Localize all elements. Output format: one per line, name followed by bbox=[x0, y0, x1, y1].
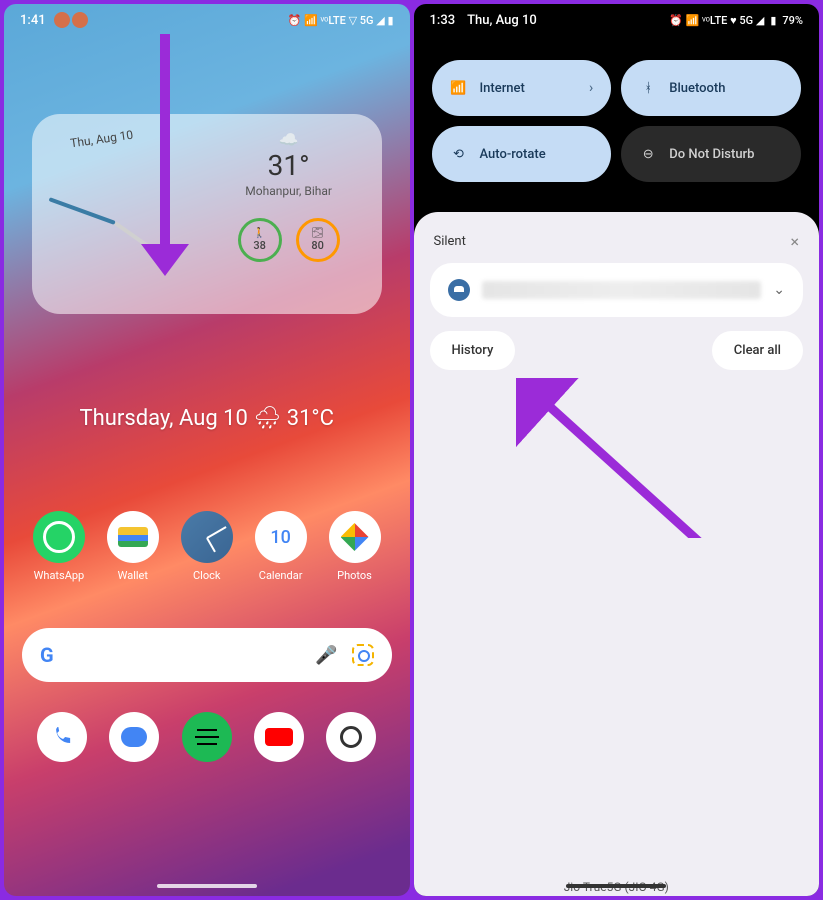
air-ring[interactable]: 🌫 80 bbox=[296, 218, 340, 262]
walk-icon: 🚶 bbox=[253, 228, 265, 239]
dock-phone[interactable] bbox=[37, 712, 87, 762]
cloud-app-icon bbox=[448, 279, 470, 301]
widget-date: Thu, Aug 10 bbox=[69, 128, 134, 151]
app-wallet[interactable]: Wallet bbox=[107, 511, 159, 582]
notification-icons bbox=[54, 12, 88, 28]
status-time: 1:33 bbox=[430, 13, 456, 28]
status-bar: 1:41 ⏰ 📶 ᵛᵒLTE ▽ 5G ◢ ▮ bbox=[4, 4, 410, 36]
close-icon[interactable]: × bbox=[790, 232, 799, 251]
calendar-icon bbox=[255, 511, 307, 563]
app-calendar[interactable]: Calendar bbox=[255, 511, 307, 582]
tile-dnd[interactable]: ⊖ Do Not Disturb bbox=[621, 126, 801, 182]
app-photos[interactable]: Photos bbox=[329, 511, 381, 582]
steps-ring[interactable]: 🚶 38 bbox=[238, 218, 282, 262]
dock-spotify[interactable] bbox=[182, 712, 232, 762]
search-bar[interactable]: G 🎤 bbox=[22, 628, 392, 682]
tile-internet[interactable]: 📶 Internet › bbox=[432, 60, 612, 116]
dock-youtube[interactable] bbox=[254, 712, 304, 762]
clock-icon bbox=[181, 511, 233, 563]
google-logo-icon: G bbox=[40, 643, 64, 667]
clear-all-button[interactable]: Clear all bbox=[712, 331, 803, 370]
notification-shade: 1:33 Thu, Aug 10 ⏰ 📶 ᵛᵒLTE ♥ 5G ◢ ▮ 79% … bbox=[414, 4, 820, 896]
rotate-icon: ⟲ bbox=[450, 145, 468, 163]
clock-weather-widget[interactable]: Thu, Aug 10 ☁️ 31° Mohanpur, Bihar 🚶 38 … bbox=[32, 114, 382, 314]
chevron-down-icon[interactable]: ⌄ bbox=[773, 282, 785, 298]
dock bbox=[4, 712, 410, 762]
weather-summary: ☁️ 31° Mohanpur, Bihar bbox=[245, 130, 332, 198]
notification-panel: Silent × ⌄ History Clear all Jio True5G … bbox=[414, 212, 820, 896]
wind-icon: 🌫 bbox=[311, 228, 324, 239]
status-icons: ⏰ 📶 ᵛᵒLTE ▽ 5G ◢ ▮ bbox=[288, 14, 394, 27]
dnd-icon: ⊖ bbox=[639, 145, 657, 163]
lens-icon[interactable] bbox=[352, 644, 374, 666]
tile-bluetooth[interactable]: ᚼ Bluetooth bbox=[621, 60, 801, 116]
notification-content-blurred bbox=[482, 281, 762, 299]
cloud-icon: ☁️ bbox=[245, 130, 332, 149]
notification-item[interactable]: ⌄ bbox=[430, 263, 804, 317]
photos-icon bbox=[329, 511, 381, 563]
quick-settings: 📶 Internet › ᚼ Bluetooth ⟲ Auto-rotate ⊖… bbox=[414, 36, 820, 198]
bluetooth-icon: ᚼ bbox=[639, 79, 657, 97]
whatsapp-icon bbox=[33, 511, 85, 563]
at-a-glance[interactable]: Thursday, Aug 10 🌧 31°C bbox=[4, 406, 410, 431]
wifi-icon: 📶 bbox=[450, 79, 468, 97]
gesture-pill[interactable] bbox=[566, 884, 666, 888]
app-clock[interactable]: Clock bbox=[181, 511, 233, 582]
silent-section-header: Silent × bbox=[430, 232, 804, 263]
location: Mohanpur, Bihar bbox=[245, 184, 332, 198]
home-screen: 1:41 ⏰ 📶 ᵛᵒLTE ▽ 5G ◢ ▮ Thu, Aug 10 ☁️ 3… bbox=[4, 4, 410, 896]
status-date: Thu, Aug 10 bbox=[467, 13, 537, 28]
battery-percent: 79% bbox=[782, 14, 803, 27]
mic-icon[interactable]: 🎤 bbox=[315, 645, 337, 666]
gesture-pill[interactable] bbox=[157, 884, 257, 888]
app-row: WhatsApp Wallet Clock Calendar Photos bbox=[4, 511, 410, 582]
status-time: 1:41 bbox=[20, 13, 46, 28]
dock-messages[interactable] bbox=[109, 712, 159, 762]
annotation-arrow-down bbox=[160, 34, 189, 276]
temperature: 31° bbox=[245, 149, 332, 182]
status-icons: ⏰ 📶 ᵛᵒLTE ♥ 5G ◢ bbox=[669, 14, 764, 27]
app-whatsapp[interactable]: WhatsApp bbox=[33, 511, 85, 582]
chevron-right-icon: › bbox=[589, 80, 593, 96]
history-button[interactable]: History bbox=[430, 331, 516, 370]
dock-camera[interactable] bbox=[326, 712, 376, 762]
status-bar: 1:33 Thu, Aug 10 ⏰ 📶 ᵛᵒLTE ♥ 5G ◢ ▮ 79% bbox=[414, 4, 820, 36]
wallet-icon bbox=[107, 511, 159, 563]
tile-autorotate[interactable]: ⟲ Auto-rotate bbox=[432, 126, 612, 182]
battery-icon: ▮ bbox=[770, 14, 776, 27]
